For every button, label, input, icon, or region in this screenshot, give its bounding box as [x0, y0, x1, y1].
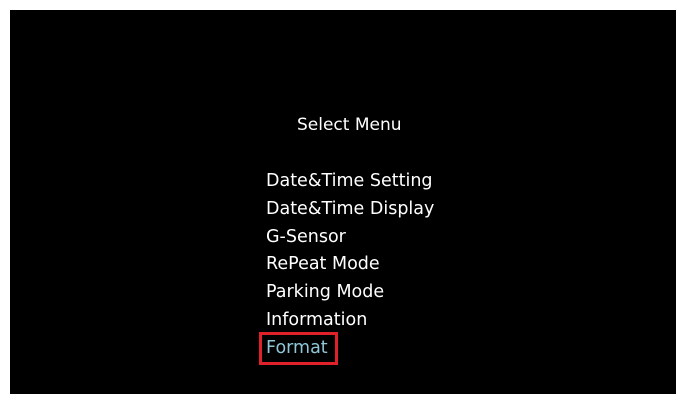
- menu-item-label: Information: [266, 309, 368, 330]
- menu-item-g-sensor[interactable]: G-Sensor: [266, 226, 434, 254]
- menu-item-parking-mode[interactable]: Parking Mode: [266, 281, 434, 309]
- menu-item-information[interactable]: Information: [266, 309, 434, 337]
- menu-item-label: G-Sensor: [266, 226, 346, 247]
- menu-screen: Select Menu Date&Time Setting Date&Time …: [10, 10, 676, 394]
- menu-list: Date&Time Setting Date&Time Display G-Se…: [259, 170, 434, 365]
- menu-item-label: Date&Time Setting: [266, 171, 433, 191]
- menu-item-label: RePeat Mode: [266, 254, 380, 275]
- menu-item-format[interactable]: Format: [259, 331, 434, 365]
- menu-item-date-time-display[interactable]: Date&Time Display: [266, 198, 434, 226]
- menu-item-date-time-setting[interactable]: Date&Time Setting: [266, 170, 434, 198]
- menu-item-repeat-mode[interactable]: RePeat Mode: [266, 253, 434, 281]
- menu-item-label: Parking Mode: [266, 282, 385, 303]
- menu-item-label: Format: [266, 337, 328, 358]
- menu-item-label: Date&Time Display: [266, 198, 435, 219]
- menu-title: Select Menu: [297, 115, 402, 135]
